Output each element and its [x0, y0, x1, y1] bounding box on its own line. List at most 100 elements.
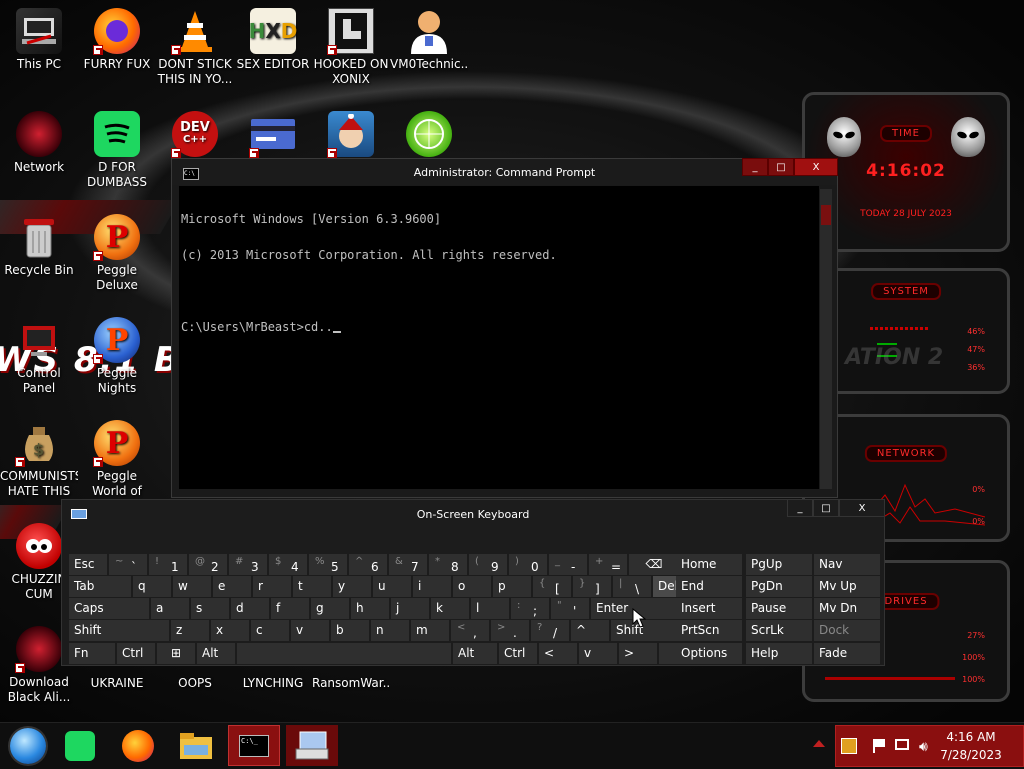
key-m[interactable]: m — [411, 620, 449, 641]
minimize-button[interactable]: _ — [787, 499, 813, 517]
taskbar-clock-date[interactable]: 7/28/2023 — [936, 748, 1006, 762]
key-8[interactable]: * 8 — [429, 554, 467, 575]
taskbar-command-prompt[interactable]: C:\_ — [228, 725, 280, 766]
taskbar-spotify[interactable] — [54, 725, 106, 766]
key-q[interactable]: q — [133, 576, 171, 597]
key--[interactable]: _ - — [549, 554, 587, 575]
key-[[interactable]: {[ — [533, 576, 571, 597]
key-dock[interactable]: Dock — [814, 620, 880, 641]
key-scrlk[interactable]: ScrLk — [746, 620, 812, 641]
key-ctrl[interactable]: Ctrl — [499, 643, 537, 664]
key-0[interactable]: ) 0 — [509, 554, 547, 575]
key-end[interactable]: End — [676, 576, 742, 597]
key-mv-up[interactable]: Mv Up — [814, 576, 880, 597]
desktop-icon-lime[interactable] — [390, 111, 468, 160]
key-2[interactable]: @2 — [189, 554, 227, 575]
command-prompt-window[interactable]: C:\ Administrator: Command Prompt _ □ X … — [171, 158, 838, 498]
key-=[interactable]: + = — [589, 554, 627, 575]
key-v[interactable]: v — [579, 643, 617, 664]
key-tab[interactable]: Tab — [69, 576, 131, 597]
tray-app-icon[interactable] — [841, 738, 857, 754]
windows-key[interactable]: ⊞ — [157, 643, 195, 664]
key-7[interactable]: & 7 — [389, 554, 427, 575]
key-options[interactable]: Options — [676, 643, 742, 664]
key-1[interactable]: ! 1 — [149, 554, 187, 575]
close-button[interactable]: X — [794, 158, 838, 176]
desktop-icon-recycle-bin[interactable]: Recycle Bin — [0, 214, 78, 278]
maximize-button[interactable]: □ — [768, 158, 794, 176]
key-l[interactable]: l — [471, 598, 509, 619]
desktop-icon-d-for-dumbass[interactable]: D FOR DUMBASS — [78, 111, 156, 190]
spacebar[interactable] — [237, 643, 451, 664]
desktop-icon-peggle-wow[interactable]: P Peggle World of Warcraft ... — [78, 420, 156, 499]
key-`[interactable]: ~ ` — [109, 554, 147, 575]
key-g[interactable]: g — [311, 598, 349, 619]
key-,[interactable]: <, — [451, 620, 489, 641]
taskbar-on-screen-keyboard[interactable] — [286, 725, 338, 766]
key-j[interactable]: j — [391, 598, 429, 619]
scrollbar-thumb[interactable] — [821, 205, 831, 225]
key-mv-dn[interactable]: Mv Dn — [814, 598, 880, 619]
key-z[interactable]: z — [171, 620, 209, 641]
action-center-flag-icon[interactable] — [873, 739, 887, 753]
key-;[interactable]: :; — [511, 598, 549, 619]
key-h[interactable]: h — [351, 598, 389, 619]
key-caps[interactable]: Caps — [69, 598, 149, 619]
close-button[interactable]: X — [839, 499, 885, 517]
key-e[interactable]: e — [213, 576, 251, 597]
key-home[interactable]: Home — [676, 554, 742, 575]
key-k[interactable]: k — [431, 598, 469, 619]
key-fn[interactable]: Fn — [69, 643, 115, 664]
desktop-icon-communists[interactable]: $ COMMUNISTS HATE THIS G... — [0, 420, 78, 499]
key-6[interactable]: ^ 6 — [349, 554, 387, 575]
key-help[interactable]: Help — [746, 643, 812, 664]
desktop-icon-peggle-nights[interactable]: P Peggle Nights Deluxe — [78, 317, 156, 396]
desktop-icon-lynching[interactable]: LYNCHING — [234, 676, 312, 691]
key-4[interactable]: $4 — [269, 554, 307, 575]
key-nav[interactable]: Nav — [814, 554, 880, 575]
key-\[interactable]: | \ — [613, 576, 651, 597]
taskbar-file-explorer[interactable] — [170, 725, 222, 766]
desktop-icon-control-panel[interactable]: Control Panel — [0, 317, 78, 396]
osk-title-bar[interactable]: On-Screen Keyboard _ □ X — [62, 499, 885, 524]
key-'[interactable]: " ' — [551, 598, 589, 619]
desktop-icon-oops[interactable]: OOPS — [156, 676, 234, 691]
desktop-icon-vm0technic[interactable]: VM0Technic... — [390, 8, 468, 72]
taskbar-clock-time[interactable]: 4:16 AM — [936, 730, 1006, 744]
key-i[interactable]: i — [413, 576, 451, 597]
key-pause[interactable]: Pause — [746, 598, 812, 619]
key-n[interactable]: n — [371, 620, 409, 641]
key-c[interactable]: c — [251, 620, 289, 641]
key-shift[interactable]: Shift — [69, 620, 169, 641]
volume-icon[interactable]: 🔊︎ — [919, 739, 928, 755]
key-insert[interactable]: Insert — [676, 598, 742, 619]
minimize-button[interactable]: _ — [742, 158, 768, 176]
cmd-vertical-scrollbar[interactable] — [820, 189, 832, 489]
key-b[interactable]: b — [331, 620, 369, 641]
desktop-icon-ukraine[interactable]: UKRAINE — [78, 676, 156, 691]
key-d[interactable]: d — [231, 598, 269, 619]
key-prtscn[interactable]: PrtScn — [676, 620, 742, 641]
key-pgup[interactable]: PgUp — [746, 554, 812, 575]
key-v[interactable]: v — [291, 620, 329, 641]
desktop-icon-sex-editor[interactable]: HXD SEX EDITOR — [234, 8, 312, 72]
desktop-icon-network[interactable]: Network — [0, 111, 78, 175]
desktop-icon-card[interactable] — [234, 111, 312, 160]
key-u[interactable]: u — [373, 576, 411, 597]
key-fade[interactable]: Fade — [814, 643, 880, 664]
key-w[interactable]: w — [173, 576, 211, 597]
key-.[interactable]: >. — [491, 620, 529, 641]
taskbar-firefox[interactable] — [112, 725, 164, 766]
key-t[interactable]: t — [293, 576, 331, 597]
key-<[interactable]: < — [539, 643, 577, 664]
key-alt[interactable]: Alt — [197, 643, 235, 664]
key-9[interactable]: (9 — [469, 554, 507, 575]
network-status-icon[interactable] — [895, 739, 909, 750]
key-a[interactable]: a — [151, 598, 189, 619]
maximize-button[interactable]: □ — [813, 499, 839, 517]
key-x[interactable]: x — [211, 620, 249, 641]
start-button[interactable] — [2, 725, 54, 766]
key-][interactable]: }] — [573, 576, 611, 597]
key-5[interactable]: % 5 — [309, 554, 347, 575]
key->[interactable]: > — [619, 643, 657, 664]
